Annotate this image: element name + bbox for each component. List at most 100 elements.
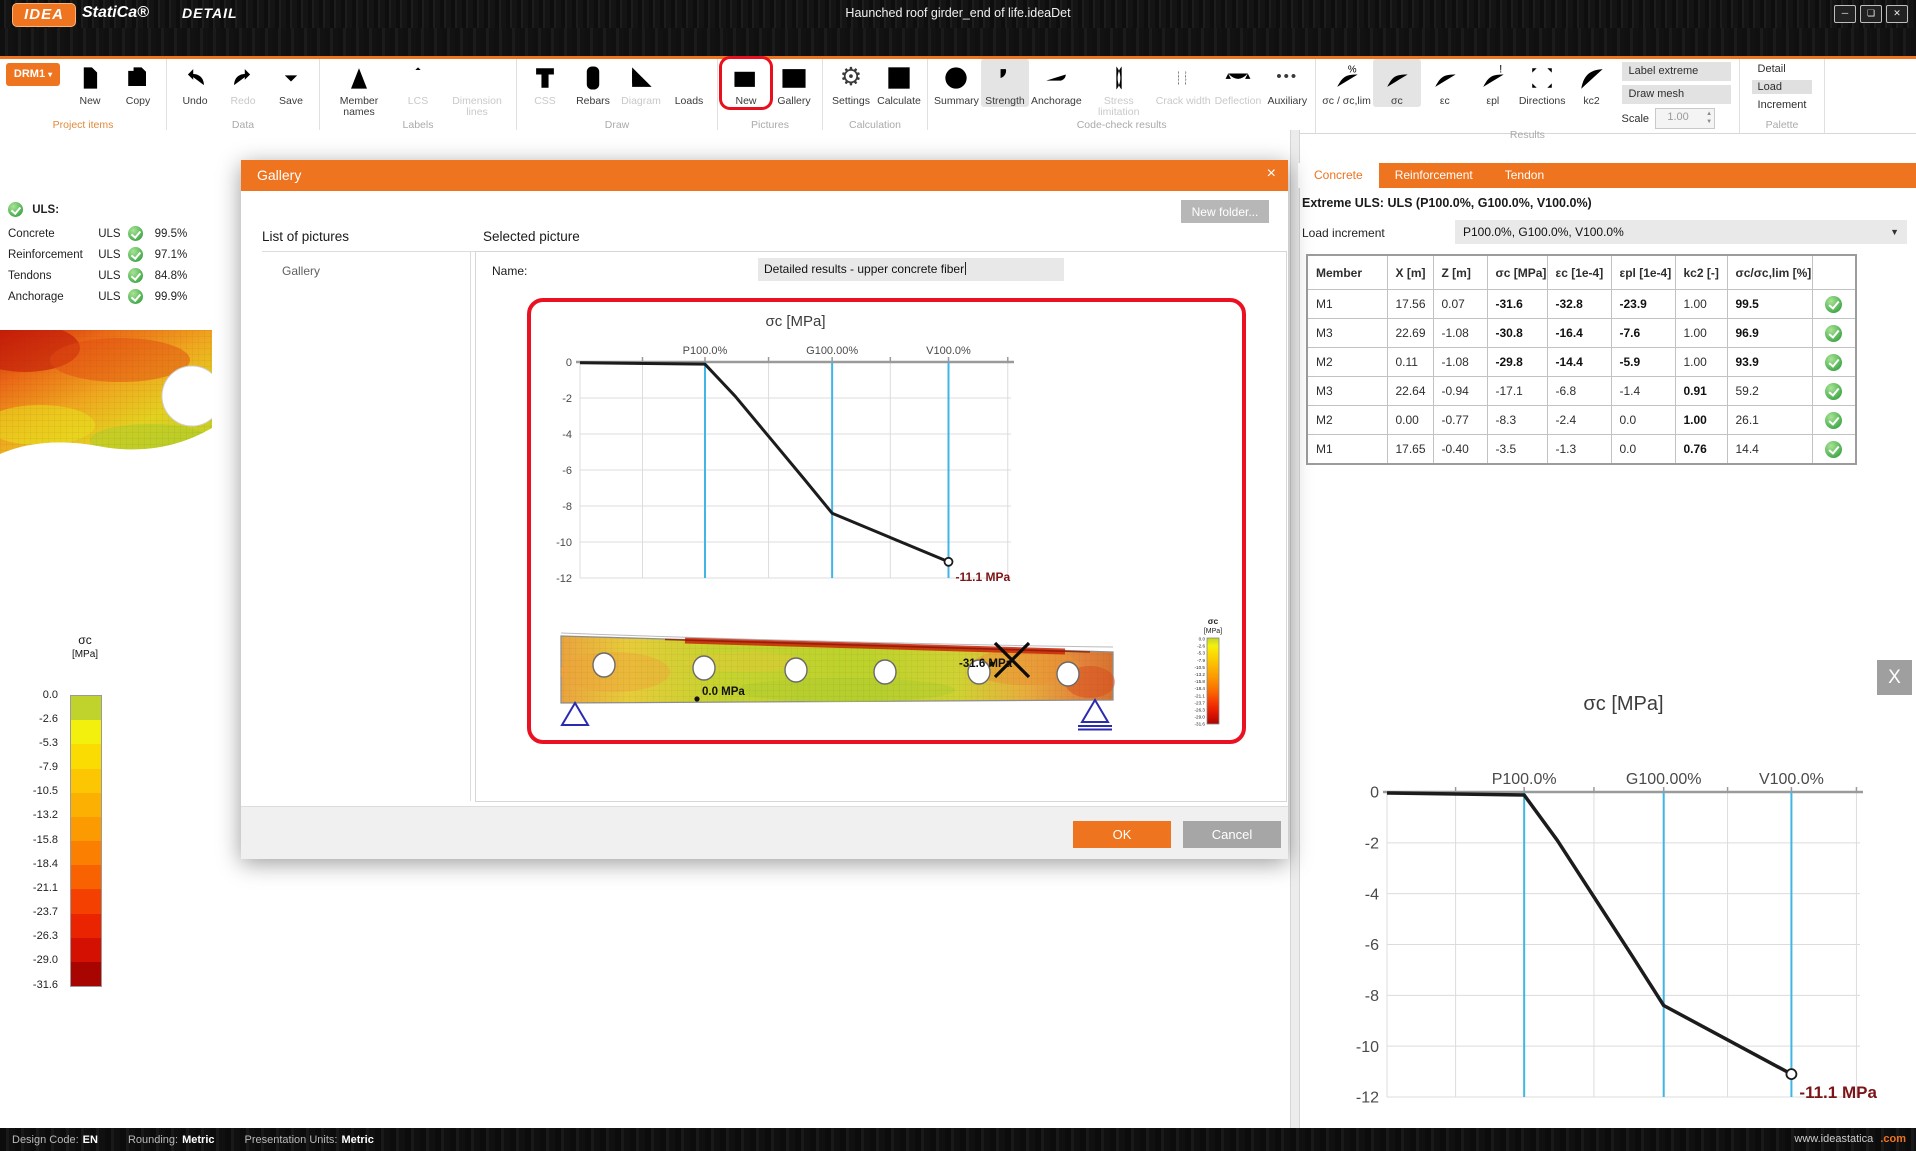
color-scale-bar: [70, 695, 102, 987]
table-row[interactable]: M117.560.07-31.6-32.8-23.91.0099.5: [1307, 290, 1856, 319]
ribbon-group-data: Undo Redo Save Data: [167, 59, 320, 133]
settings-button[interactable]: ⚙Settings: [827, 59, 875, 107]
beam-legend-value: -7.9: [1197, 658, 1205, 663]
new-folder-button[interactable]: New folder...: [1181, 200, 1269, 223]
letter-a-icon: [343, 62, 375, 94]
website-link[interactable]: www.ideastatica .com: [1794, 1133, 1906, 1145]
color-scale-value: -13.2: [33, 809, 58, 821]
rebars-button[interactable]: Rebars: [569, 59, 617, 107]
ellipsis-icon: •••: [1276, 62, 1298, 94]
table-row[interactable]: M117.65-0.40-3.5-1.30.00.7614.4: [1307, 435, 1856, 465]
ok-button[interactable]: OK: [1073, 821, 1171, 848]
beam-legend-value: -21.1: [1195, 693, 1206, 698]
directions-icon: [1526, 62, 1558, 94]
palette-increment-option[interactable]: Increment: [1752, 98, 1813, 112]
load-increment-event-label: V100.0%: [1759, 771, 1824, 788]
panel-splitter[interactable]: [1290, 130, 1300, 1128]
minimize-button[interactable]: ─: [1834, 5, 1856, 23]
color-scale-value: -29.0: [33, 954, 58, 966]
spinner-down-icon[interactable]: ▼: [1706, 119, 1712, 126]
scale-spinner[interactable]: 1.00 ▲ ▼: [1655, 108, 1715, 129]
label-extreme-toggle[interactable]: Label extreme: [1622, 62, 1731, 81]
table-row[interactable]: M322.64-0.94-17.1-6.8-1.40.9159.2: [1307, 377, 1856, 406]
tab-tendon[interactable]: Tendon: [1489, 163, 1560, 188]
css-button[interactable]: CSS: [521, 59, 569, 107]
table-row[interactable]: M20.00-0.77-8.3-2.40.01.0026.1: [1307, 406, 1856, 435]
dialog-close-icon[interactable]: ×: [1267, 165, 1276, 183]
color-scale-value: -26.3: [33, 930, 58, 942]
crack-width-button[interactable]: Crack width: [1154, 59, 1213, 107]
spinner-up-icon[interactable]: ▲: [1706, 111, 1712, 118]
extreme-results-table: MemberX [m]Z [m]σc [MPa]εc [1e-4]εpl [1e…: [1306, 254, 1857, 465]
copy-button[interactable]: Copy: [114, 59, 162, 107]
drm-selector[interactable]: DRM1▾: [6, 63, 60, 86]
table-header-cell: X [m]: [1387, 255, 1433, 290]
new-project-item-button[interactable]: New: [66, 59, 114, 107]
palette-detail-option[interactable]: Detail: [1752, 62, 1813, 76]
draw-mesh-toggle[interactable]: Draw mesh: [1622, 85, 1731, 104]
dialog-titlebar[interactable]: Gallery ×: [241, 160, 1288, 191]
diagram-button[interactable]: Diagram: [617, 59, 665, 107]
table-cell: 59.2: [1727, 377, 1812, 406]
stress-curve: [580, 363, 949, 562]
new-picture-icon: [730, 62, 762, 94]
table-row[interactable]: M322.69-1.08-30.8-16.4-7.61.0096.9: [1307, 319, 1856, 348]
y-tick-label: -4: [562, 429, 572, 441]
table-cell: 99.5: [1727, 290, 1812, 319]
member-names-button[interactable]: Member names: [324, 59, 394, 118]
color-scale-value: -2.6: [39, 713, 58, 725]
save-button[interactable]: Save: [267, 59, 315, 107]
gallery-button[interactable]: Gallery: [770, 59, 818, 107]
stress-ratio-icon: [1331, 62, 1363, 94]
redo-button[interactable]: Redo: [219, 59, 267, 107]
loads-button[interactable]: Loads: [665, 59, 713, 107]
main-menu-bar: Calculate yesterday's estimates Project …: [0, 28, 1916, 56]
undo-button[interactable]: Undo: [171, 59, 219, 107]
directions-button[interactable]: Directions: [1517, 59, 1568, 107]
table-row[interactable]: M20.11-1.08-29.8-14.4-5.91.0093.9: [1307, 348, 1856, 377]
kc2-button[interactable]: kc2: [1568, 59, 1616, 107]
epsilon-pl-button[interactable]: εpl: [1469, 59, 1517, 107]
auxiliary-button[interactable]: •••Auxiliary: [1263, 59, 1311, 107]
table-cell: M3: [1307, 319, 1387, 348]
summary-button[interactable]: Summary: [932, 59, 981, 107]
lcs-button[interactable]: LCS: [394, 59, 442, 107]
cancel-button[interactable]: Cancel: [1183, 821, 1281, 848]
palette-load-option[interactable]: Load: [1752, 80, 1813, 94]
chart-title: σc [MPa]: [1583, 693, 1663, 715]
panel-stress-chart: 0-2-4-6-8-10-12P100.0%G100.00%V100.0%-11…: [1320, 672, 1916, 1122]
deflection-button[interactable]: Deflection: [1213, 59, 1264, 107]
new-picture-button[interactable]: New: [722, 59, 770, 107]
color-scale-value: 0.0: [43, 689, 58, 701]
tab-concrete[interactable]: Concrete: [1298, 163, 1379, 188]
picture-list-item[interactable]: Gallery: [282, 264, 320, 278]
strength-button[interactable]: Strength: [981, 59, 1029, 107]
table-cell: -8.3: [1487, 406, 1547, 435]
beam-legend-value: 0.0: [1199, 637, 1206, 642]
check-ok-icon: [128, 226, 143, 241]
beam-legend-value: -10.5: [1195, 665, 1206, 670]
ribbon: DRM1▾ New Copy Project items Undo Redo S…: [0, 56, 1916, 134]
color-scale-band: [71, 696, 101, 720]
ribbon-group-pictures: New Gallery Pictures: [718, 59, 823, 133]
calculate-button[interactable]: Calculate: [875, 59, 923, 107]
tab-reinforcement[interactable]: Reinforcement: [1379, 163, 1489, 188]
dialog-title: Gallery: [257, 167, 301, 183]
table-cell-status: [1812, 348, 1856, 377]
sigma-ratio-button[interactable]: σc / σc,lim: [1320, 59, 1373, 107]
color-scale-value: -5.3: [39, 737, 58, 749]
load-increment-dropdown[interactable]: P100.0%, G100.0%, V100.0% ▼: [1455, 220, 1907, 244]
y-tick-label: -6: [562, 465, 572, 477]
anchorage-button[interactable]: Anchorage: [1029, 59, 1084, 107]
epsilon-c-button[interactable]: εc: [1421, 59, 1469, 107]
close-button[interactable]: ✕: [1886, 5, 1908, 23]
stress-limitation-button[interactable]: Stress limitation: [1084, 59, 1154, 118]
table-cell: -32.8: [1547, 290, 1611, 319]
table-cell: 22.64: [1387, 377, 1433, 406]
sigma-c-button[interactable]: σc: [1373, 59, 1421, 107]
beam-legend-value: -26.3: [1195, 708, 1206, 713]
dimension-lines-button[interactable]: Dimension lines: [442, 59, 512, 118]
maximize-button[interactable]: ❏: [1860, 5, 1882, 23]
y-tick-label: -2: [562, 393, 572, 405]
ribbon-group-palette: Detail Load Increment Palette: [1740, 59, 1826, 133]
